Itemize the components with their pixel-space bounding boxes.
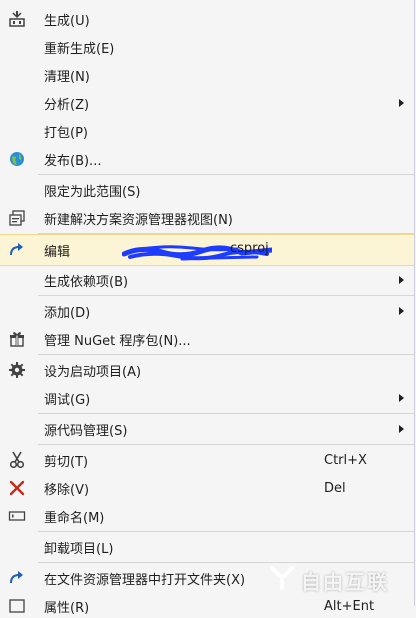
context-menu: 生成(U) 重新生成(E) 清理(N) 分析(Z) 打包(P) 发布(B)...… bbox=[0, 0, 415, 616]
scissors-icon bbox=[7, 450, 27, 470]
menu-item-label: 重新生成(E) bbox=[44, 41, 115, 57]
separator bbox=[38, 444, 414, 445]
menu-item-add[interactable]: 添加(D) bbox=[0, 299, 414, 323]
menu-item-label: 源代码管理(S) bbox=[44, 423, 128, 439]
menu-item-manage-nuget[interactable]: 管理 NuGet 程序包(N)... bbox=[0, 327, 414, 351]
gear-icon bbox=[7, 360, 27, 380]
nuget-package-icon bbox=[7, 329, 27, 349]
separator bbox=[38, 531, 414, 532]
menu-item-new-solution-explorer-view[interactable]: 新建解决方案资源管理器视图(N) bbox=[0, 206, 414, 230]
menu-item-label: 管理 NuGet 程序包(N)... bbox=[44, 333, 191, 349]
menu-item-label: 移除(V) bbox=[44, 482, 90, 498]
menu-item-label: 卸载项目(L) bbox=[44, 541, 114, 557]
menu-item-analyze[interactable]: 分析(Z) bbox=[0, 91, 414, 115]
menu-item-label: 设为启动项目(A) bbox=[44, 364, 142, 380]
menu-item-properties[interactable]: 属性(R) Alt+Ent bbox=[0, 594, 414, 618]
menu-item-label: 限定为此范围(S) bbox=[44, 184, 141, 200]
menu-item-label: 添加(D) bbox=[44, 305, 91, 321]
menu-item-publish[interactable]: 发布(B)... bbox=[0, 147, 414, 171]
menu-item-source-control[interactable]: 源代码管理(S) bbox=[0, 417, 414, 441]
menu-item-edit-project-file[interactable]: 编辑 csproj bbox=[0, 234, 414, 266]
properties-icon bbox=[7, 596, 27, 616]
menu-item-label: 重命名(M) bbox=[44, 510, 105, 526]
menu-item-label: 清理(N) bbox=[44, 69, 90, 85]
separator bbox=[38, 295, 414, 296]
watermark-text: 自由互联 bbox=[301, 570, 389, 594]
menu-item-pack[interactable]: 打包(P) bbox=[0, 119, 414, 143]
menu-item-label: 分析(Z) bbox=[44, 97, 90, 113]
menu-item-debug[interactable]: 调试(G) bbox=[0, 386, 414, 410]
menu-item-label: 新建解决方案资源管理器视图(N) bbox=[44, 212, 233, 228]
menu-item-label: 生成依赖项(B) bbox=[44, 274, 129, 290]
menu-item-clean[interactable]: 清理(N) bbox=[0, 63, 414, 87]
menu-item-build[interactable]: 生成(U) bbox=[0, 7, 414, 31]
separator bbox=[38, 354, 414, 355]
menu-item-label: 在文件资源管理器中打开文件夹(X) bbox=[44, 572, 246, 588]
menu-item-scope-to-this[interactable]: 限定为此范围(S) bbox=[0, 178, 414, 202]
new-view-icon bbox=[7, 208, 27, 228]
menu-item-cut[interactable]: 剪切(T) Ctrl+X bbox=[0, 448, 414, 472]
menu-item-label: 属性(R) bbox=[44, 600, 90, 616]
submenu-arrow-icon bbox=[399, 307, 404, 315]
separator bbox=[38, 174, 414, 175]
submenu-arrow-icon bbox=[399, 276, 404, 284]
watermark-logo bbox=[268, 562, 296, 590]
menu-item-label: 生成(U) bbox=[44, 13, 90, 29]
rename-icon bbox=[7, 506, 27, 526]
menu-item-rename[interactable]: 重命名(M) bbox=[0, 504, 414, 528]
menu-item-unload-project[interactable]: 卸载项目(L) bbox=[0, 535, 414, 559]
menu-item-set-startup-project[interactable]: 设为启动项目(A) bbox=[0, 358, 414, 382]
menu-item-label: 发布(B)... bbox=[44, 153, 102, 169]
menu-item-remove[interactable]: 移除(V) Del bbox=[0, 476, 414, 500]
menu-item-shortcut: Ctrl+X bbox=[324, 452, 367, 468]
submenu-arrow-icon bbox=[399, 425, 404, 433]
menu-item-rebuild[interactable]: 重新生成(E) bbox=[0, 35, 414, 59]
menu-item-build-dependencies[interactable]: 生成依赖项(B) bbox=[0, 268, 414, 292]
menu-item-label: 编辑 csproj bbox=[44, 241, 275, 260]
remove-x-icon bbox=[7, 478, 27, 498]
edit-label-text: 编辑 bbox=[44, 244, 71, 260]
menu-item-label: 剪切(T) bbox=[44, 454, 89, 470]
separator bbox=[38, 413, 414, 414]
redo-arrow-icon bbox=[7, 240, 27, 260]
build-icon bbox=[7, 9, 27, 29]
menu-item-shortcut: Alt+Ent bbox=[324, 598, 375, 614]
submenu-arrow-icon bbox=[399, 394, 404, 402]
menu-item-label: 打包(P) bbox=[44, 125, 88, 141]
submenu-arrow-icon bbox=[399, 99, 404, 107]
menu-item-label: 调试(G) bbox=[44, 392, 91, 408]
edit-project-file-suffix: csproj bbox=[230, 240, 269, 256]
open-folder-arrow-icon bbox=[7, 568, 27, 588]
separator bbox=[38, 562, 414, 563]
menu-item-shortcut: Del bbox=[324, 480, 346, 496]
globe-icon bbox=[7, 149, 27, 169]
